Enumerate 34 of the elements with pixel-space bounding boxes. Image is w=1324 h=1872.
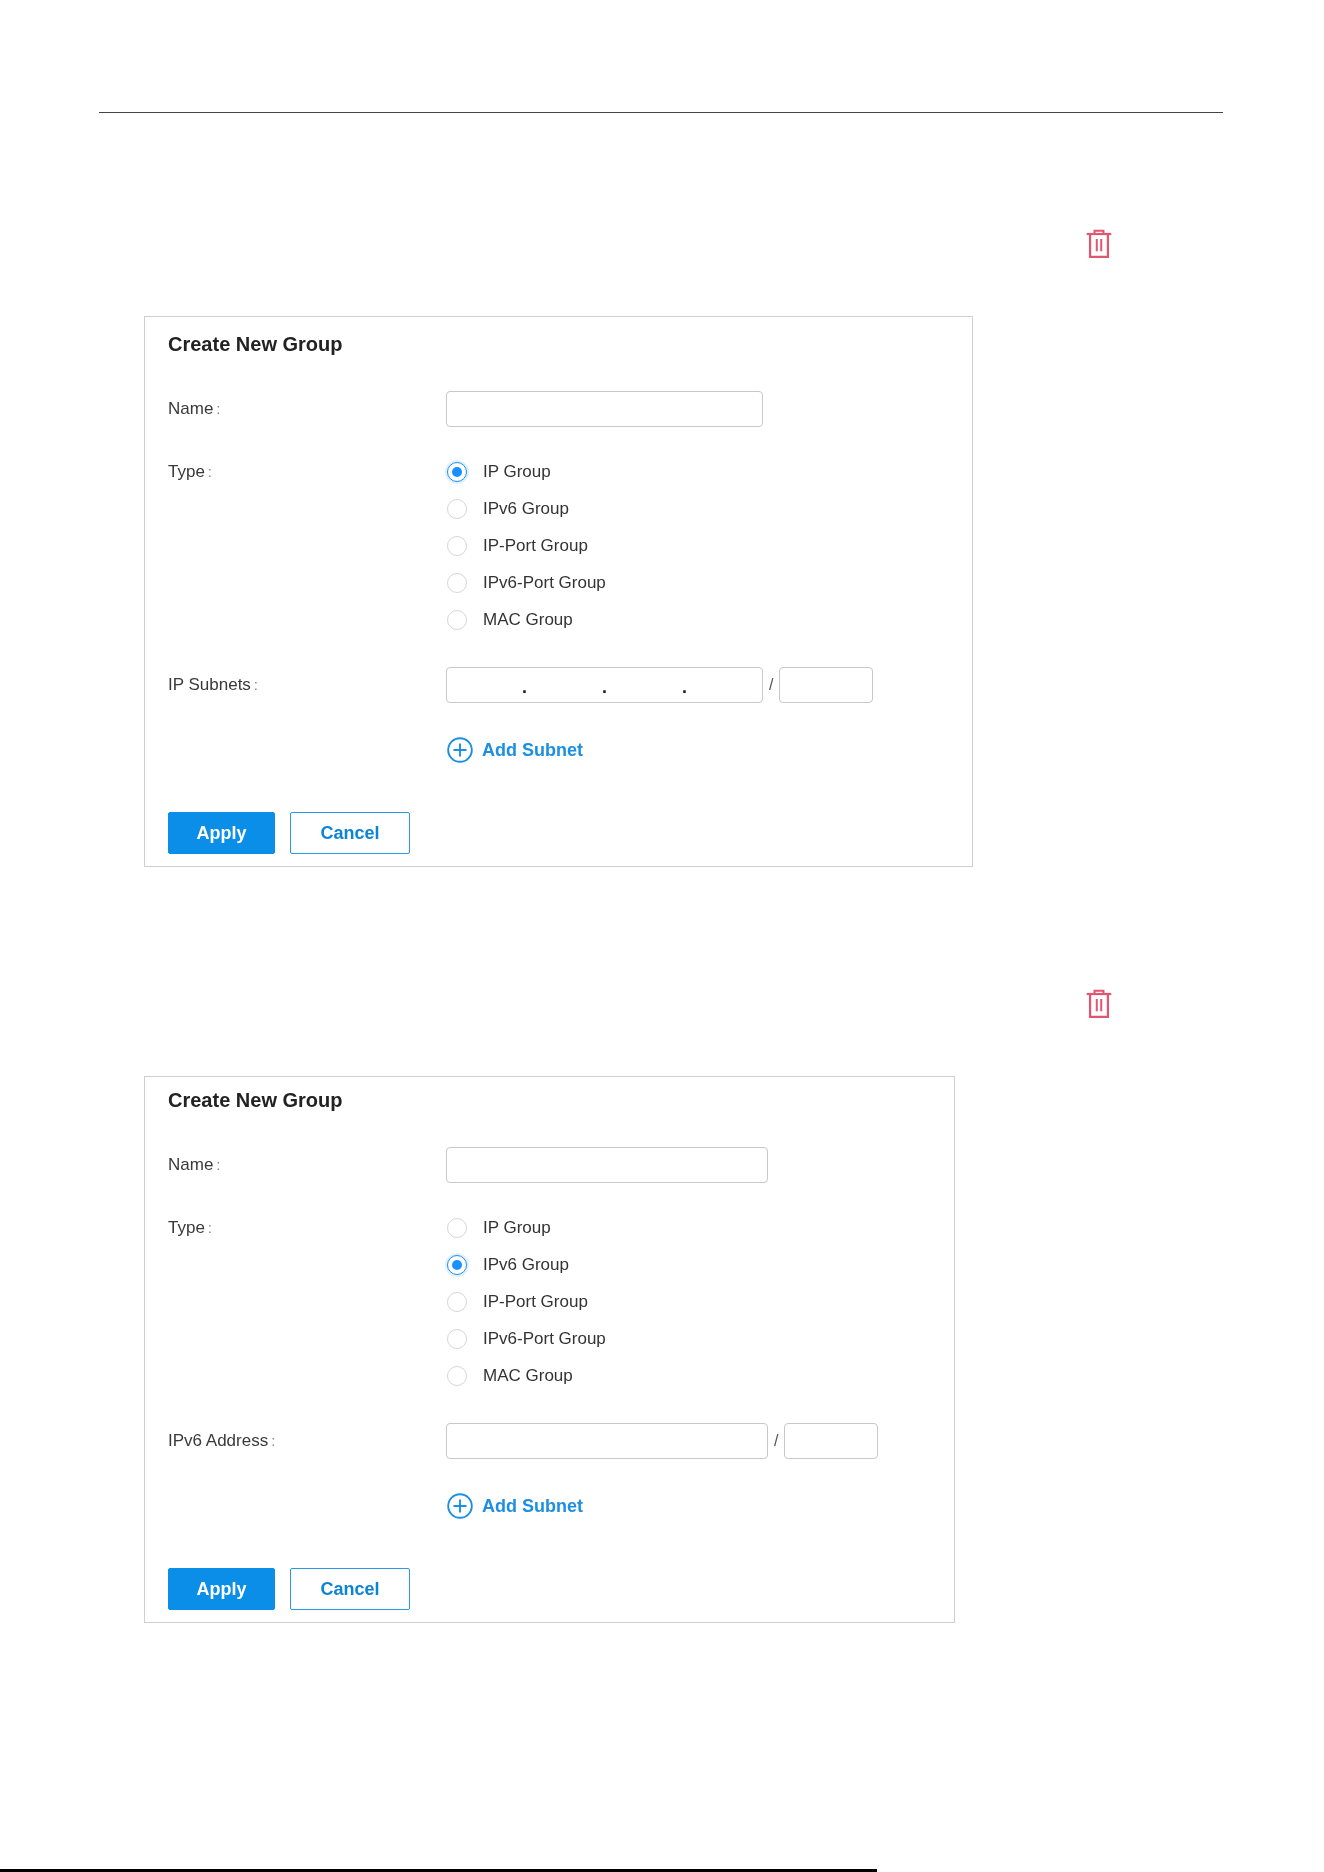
- prefix-length-field[interactable]: [784, 1423, 879, 1459]
- address-field[interactable]: [446, 1423, 768, 1459]
- field-label: IPv6 Address :: [168, 1430, 276, 1452]
- option-label[interactable]: IPv6 Group: [483, 498, 569, 519]
- radio-button[interactable]: [447, 461, 467, 482]
- plus-circle-icon: [447, 737, 473, 763]
- option-label[interactable]: IPv6-Port Group: [483, 573, 606, 594]
- option-label[interactable]: IPv6-Port Group: [483, 1329, 606, 1350]
- trash-icon[interactable]: [1085, 229, 1113, 258]
- field-label: Name :: [168, 398, 221, 420]
- option-label[interactable]: IP-Port Group: [483, 535, 588, 556]
- option-label[interactable]: MAC Group: [483, 1366, 573, 1387]
- option-label[interactable]: MAC Group: [483, 610, 573, 631]
- panel-title: Create New Group: [168, 332, 343, 356]
- radio-button[interactable]: [447, 1254, 467, 1275]
- trash-icon[interactable]: [1085, 989, 1113, 1018]
- cancel-button[interactable]: Cancel: [290, 1568, 410, 1610]
- option-label[interactable]: IP-Port Group: [483, 1291, 588, 1312]
- prefix-separator: /: [769, 676, 774, 694]
- name-input[interactable]: [446, 1147, 768, 1183]
- option-label[interactable]: IP Group: [483, 461, 551, 482]
- field-label: Type :: [168, 461, 213, 483]
- prefix-length-field[interactable]: [779, 667, 874, 703]
- option-label[interactable]: IPv6 Group: [483, 1254, 569, 1275]
- plus-circle-icon: [447, 1493, 473, 1519]
- prefix-separator: /: [774, 1432, 779, 1450]
- cancel-button[interactable]: Cancel: [290, 812, 410, 854]
- panel-title: Create New Group: [168, 1088, 343, 1112]
- field-label: Type :: [168, 1217, 213, 1239]
- option-label[interactable]: IP Group: [483, 1217, 551, 1238]
- field-label: IP Subnets :: [168, 674, 259, 696]
- address-field[interactable]: . . .: [446, 667, 763, 703]
- field-label: Name :: [168, 1154, 221, 1176]
- name-input[interactable]: [446, 391, 763, 427]
